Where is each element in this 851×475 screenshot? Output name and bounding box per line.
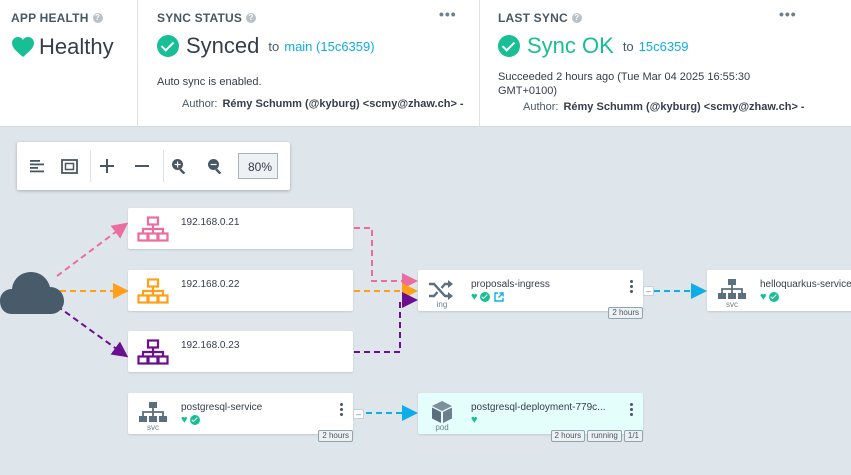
kind-label: ing (436, 300, 448, 309)
resource-name: postgresql-service (181, 402, 263, 413)
kind-label: svc (147, 423, 159, 432)
resource-status: ♥ (181, 414, 200, 426)
node-badges: 2 hours (318, 430, 353, 442)
heart-icon: ♥ (760, 291, 767, 303)
ingress-node[interactable]: ing proposals-ingress ♥ 2 hours (418, 270, 643, 319)
ready-badge: 1/1 (623, 430, 643, 442)
node-badges: 2 hours (608, 307, 643, 319)
collapse-toggle[interactable]: – (643, 286, 655, 296)
postgresql-service-node[interactable]: svc postgresql-service ♥ 2 hours (128, 393, 353, 442)
resource-name: helloquarkus-service (760, 279, 851, 290)
helloquarkus-service-node[interactable]: svc helloquarkus-service ♥ (707, 270, 851, 311)
external-link-icon[interactable] (493, 292, 504, 302)
age-badge: 2 hours (608, 307, 643, 319)
node-menu-button[interactable] (630, 280, 634, 293)
node-menu-button[interactable] (630, 403, 634, 416)
edge-net21-ingress (354, 227, 418, 289)
service-icon (718, 279, 746, 299)
network-icon (137, 278, 169, 304)
edge-net23-ingress (354, 292, 418, 353)
check-circle-icon (189, 415, 200, 425)
edge-cloud-net21 (56, 222, 129, 277)
postgresql-pod-node[interactable]: pod postgresql-deployment-779c... ♥ 2 ho… (418, 393, 643, 442)
edge-cloud-net23 (56, 305, 129, 358)
resource-status: ♥ (471, 414, 478, 426)
resource-status: ♥ (471, 291, 504, 303)
state-badge: running (587, 430, 622, 442)
resource-status: ♥ (760, 291, 779, 303)
network-label: 192.168.0.21 (181, 217, 240, 228)
heart-icon: ♥ (181, 414, 188, 426)
kind-label: svc (726, 300, 738, 309)
network-icon (137, 339, 169, 365)
kind-label: pod (435, 423, 449, 432)
age-badge: 2 hours (318, 430, 353, 442)
check-circle-icon (768, 292, 779, 302)
collapse-toggle[interactable]: – (353, 409, 365, 419)
resource-name: postgresql-deployment-779c... (471, 402, 606, 413)
check-circle-icon (479, 292, 490, 302)
service-icon (139, 402, 167, 422)
shuffle-icon (429, 280, 453, 300)
network-label: 192.168.0.23 (181, 340, 240, 351)
resource-name: proposals-ingress (471, 279, 550, 290)
network-node-21[interactable]: 192.168.0.21 (128, 208, 353, 249)
cube-icon (432, 401, 452, 423)
age-badge: 2 hours (550, 430, 586, 442)
node-menu-button[interactable] (340, 403, 344, 416)
node-badges: 2 hours running 1/1 (550, 430, 643, 442)
network-node-22[interactable]: 192.168.0.22 (128, 270, 353, 311)
heart-icon: ♥ (471, 291, 478, 303)
network-icon (137, 216, 169, 242)
network-node-23[interactable]: 192.168.0.23 (128, 331, 353, 372)
network-label: 192.168.0.22 (181, 279, 240, 290)
cloud-icon (0, 272, 64, 314)
heart-icon: ♥ (471, 414, 478, 426)
